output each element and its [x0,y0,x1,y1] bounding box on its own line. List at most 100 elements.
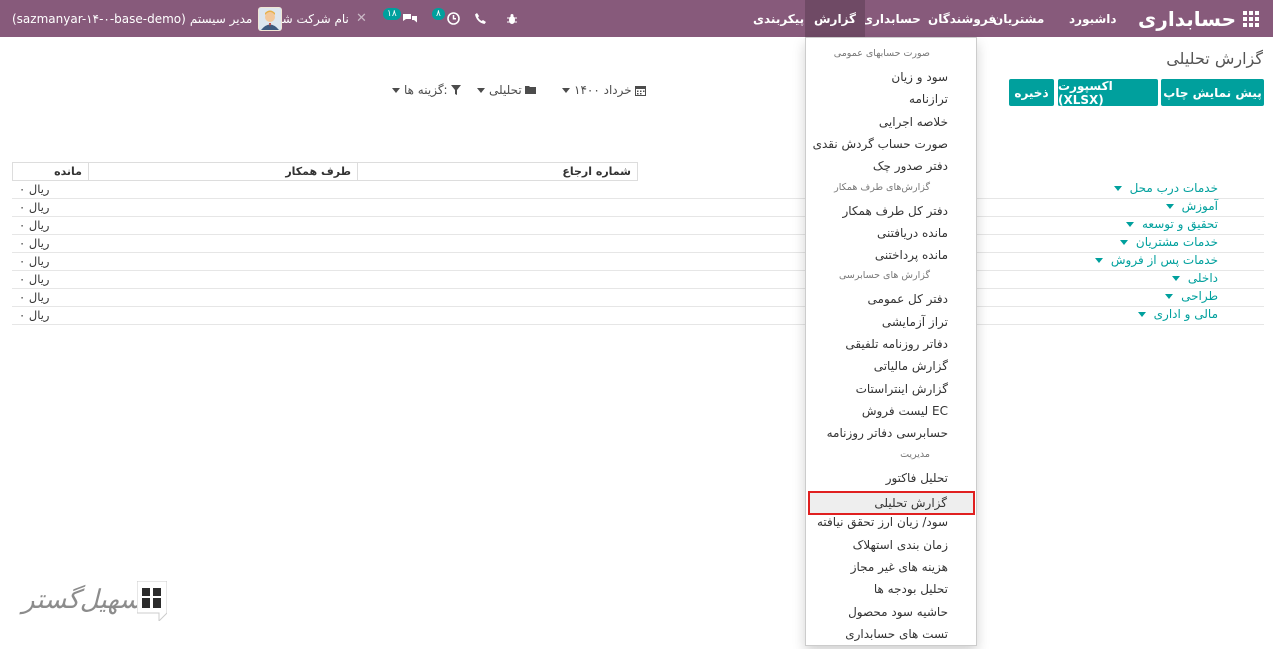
column-header-reference: شماره ارجاع [357,162,638,181]
dropdown-item[interactable]: تحلیل بودجه ها [874,582,948,596]
activities-menu[interactable]: ۸ [432,0,460,37]
filter-icon [450,85,461,95]
chevron-down-icon [1113,185,1122,191]
close-icon[interactable]: ✕ [356,0,367,37]
top-navbar: حسابداری داشبورد مشتریان فروشندگان حسابد… [0,0,1273,37]
account-name: خدمات مشتریان [1135,235,1218,249]
dropdown-item[interactable]: صورت حساب گردش نقدی [813,137,948,151]
user-name: مدیر سیستم [189,11,253,26]
dropdown-item[interactable]: سود و زیان [891,70,948,84]
dropdown-section-header: صورت حسابهای عمومی [833,48,930,59]
dropdown-item[interactable]: مانده پرداختنی [875,248,948,262]
menu-vendors[interactable]: فروشندگان [919,12,1005,26]
dropdown-section-header: گزارش‌های طرف همکار [834,181,930,193]
chevron-down-icon [562,87,570,93]
avatar [258,6,283,31]
row-balance: ۰ ریال [19,182,50,196]
account-name: طراحی [1181,289,1218,303]
row-balance: ۰ ریال [19,290,50,304]
dropdown-item[interactable]: ترازنامه [909,92,948,106]
account-name: داخلی [1187,271,1218,285]
dropdown-item[interactable]: تحلیل فاکتور [886,471,948,485]
dropdown-item[interactable]: خلاصه اجرایی [879,115,948,129]
row-divider [12,324,1264,325]
date-filter-label: خرداد ۱۴۰۰ [574,83,632,97]
watermark-logo [136,580,168,623]
user-menu[interactable]: (sazmanyar-۱۴-۰-base-demo) مدیر سیستم [12,0,283,37]
dropdown-section-header: گزارش های حسابرسی [839,270,930,282]
dropdown-item[interactable]: گزارش اینتراستات [856,382,948,396]
messages-badge: ۱۸ [383,7,401,20]
messages-menu[interactable]: ۱۸ [383,0,417,37]
print-preview-button[interactable]: پیش نمایش چاپ [1161,79,1264,106]
activities-badge: ۸ [432,7,445,20]
chevron-down-icon [1165,293,1174,299]
options-filter-label: گزینه ها: [404,83,448,97]
dropdown-item[interactable]: زمان بندی استهلاک [853,538,948,552]
row-divider [12,234,1264,235]
dropdown-item[interactable]: گزارش مالیاتی [874,359,948,373]
menu-reporting[interactable]: گزارش [805,0,866,37]
page-title: گزارش تحلیلی [1166,49,1263,68]
dropdown-item[interactable]: حاشیه سود محصول [848,605,948,619]
analytic-filter[interactable]: تحلیلی [473,83,537,97]
app-title[interactable]: حسابداری [1138,0,1236,37]
reporting-dropdown-menu: صورت حسابهای عمومی سود و زیان ترازنامه خلاص… [805,37,977,646]
date-filter[interactable]: خرداد ۱۴۰۰ [558,83,646,97]
row-balance: ۰ ریال [19,254,50,268]
debug-icon[interactable] [506,0,518,37]
account-name: تحقیق و توسعه [1141,217,1218,231]
account-row-toggle[interactable]: طراحی [1161,289,1218,303]
analytic-filter-label: تحلیلی [489,83,522,97]
row-divider [12,216,1264,217]
menu-configuration[interactable]: پیکربندی [744,12,813,26]
account-row-toggle[interactable]: آموزش [1162,199,1218,213]
dropdown-item[interactable]: تراز آزمایشی [882,315,948,329]
chevron-down-icon [392,87,400,93]
chevron-down-icon [477,87,485,93]
account-name: خدمات پس از فروش [1110,253,1218,267]
chevron-down-icon [1137,311,1146,317]
row-balance: ۰ ریال [19,272,50,286]
menu-dashboard[interactable]: داشبورد [1060,12,1126,26]
options-filter[interactable]: گزینه ها: [388,83,461,97]
dropdown-item-active[interactable]: گزارش تحلیلی [808,490,975,515]
row-balance: ۰ ریال [19,200,50,214]
watermark-text: تسهیل‌گستر [22,585,150,615]
chevron-down-icon [1171,275,1180,281]
account-row-toggle[interactable]: داخلی [1168,271,1218,285]
dropdown-item[interactable]: تست های حسابداری [845,627,948,641]
clock-icon [447,12,460,25]
chevron-down-icon [1125,221,1134,227]
chevron-down-icon [1094,257,1103,263]
account-row-toggle[interactable]: خدمات مشتریان [1116,235,1218,249]
dropdown-item[interactable]: دفتر کل عمومی [868,292,948,306]
account-row-toggle[interactable]: خدمات درب محل [1110,181,1218,195]
phone-icon[interactable] [475,0,486,37]
account-row-toggle[interactable]: تحقیق و توسعه [1122,217,1218,231]
account-row-toggle[interactable]: مالی و اداری [1134,307,1218,321]
dropdown-item[interactable]: دفتر صدور چک [873,159,948,173]
column-header-balance: مانده [12,162,89,181]
row-balance: ۰ ریال [19,308,50,322]
company-switcher[interactable]: نام شرکت شما [272,0,349,37]
dropdown-item[interactable]: دفتر کل طرف همکار [842,204,948,218]
chevron-down-icon [1119,239,1128,245]
account-name: مالی و اداری [1153,307,1218,321]
row-divider [12,198,1264,199]
row-divider [12,270,1264,271]
dropdown-section-header: مدیریت [900,448,930,460]
account-row-toggle[interactable]: خدمات پس از فروش [1091,253,1218,267]
row-divider [12,252,1264,253]
dropdown-item[interactable]: سود/ زیان ارز تحقق نیافته [817,515,948,529]
row-balance: ۰ ریال [19,218,50,232]
dropdown-item[interactable]: هزینه های غیر مجاز [851,560,948,574]
save-button[interactable]: ذخیره [1009,79,1054,106]
dropdown-item[interactable]: حسابرسی دفاتر روزنامه [827,426,948,440]
row-balance: ۰ ریال [19,236,50,250]
export-xlsx-button[interactable]: اکسپورت (XLSX) [1058,79,1158,107]
apps-menu-icon[interactable] [1243,0,1261,37]
dropdown-item[interactable]: مانده دریافتنی [877,226,948,240]
dropdown-item[interactable]: دفاتر روزنامه تلفیقی [845,337,948,351]
dropdown-item[interactable]: لیست فروش EC [862,404,948,418]
